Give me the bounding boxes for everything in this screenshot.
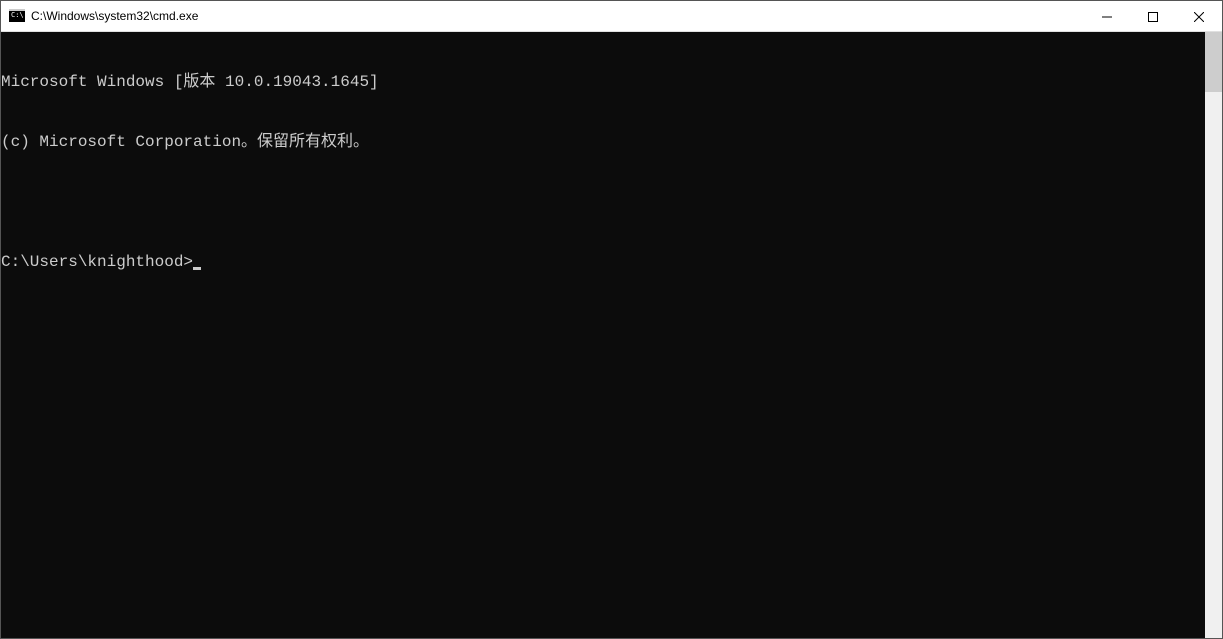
scrollbar-thumb[interactable] (1205, 32, 1222, 92)
cursor-icon (193, 267, 201, 270)
window-titlebar[interactable]: C:\ C:\Windows\system32\cmd.exe (1, 1, 1222, 32)
vertical-scrollbar[interactable] (1205, 32, 1222, 638)
window-controls (1084, 1, 1222, 31)
close-button[interactable] (1176, 1, 1222, 32)
console-output[interactable]: Microsoft Windows [版本 10.0.19043.1645] (… (1, 32, 1205, 638)
app-icon: C:\ (9, 8, 25, 24)
maximize-button[interactable] (1130, 1, 1176, 32)
console-blank-line (1, 192, 1205, 212)
svg-text:C:\: C:\ (11, 11, 24, 19)
console-line-version: Microsoft Windows [版本 10.0.19043.1645] (1, 72, 1205, 92)
minimize-button[interactable] (1084, 1, 1130, 32)
console-prompt: C:\Users\knighthood> (1, 252, 193, 272)
window-title: C:\Windows\system32\cmd.exe (31, 1, 1084, 32)
console-line-copyright: (c) Microsoft Corporation。保留所有权利。 (1, 132, 1205, 152)
console-prompt-line: C:\Users\knighthood> (1, 252, 1205, 272)
